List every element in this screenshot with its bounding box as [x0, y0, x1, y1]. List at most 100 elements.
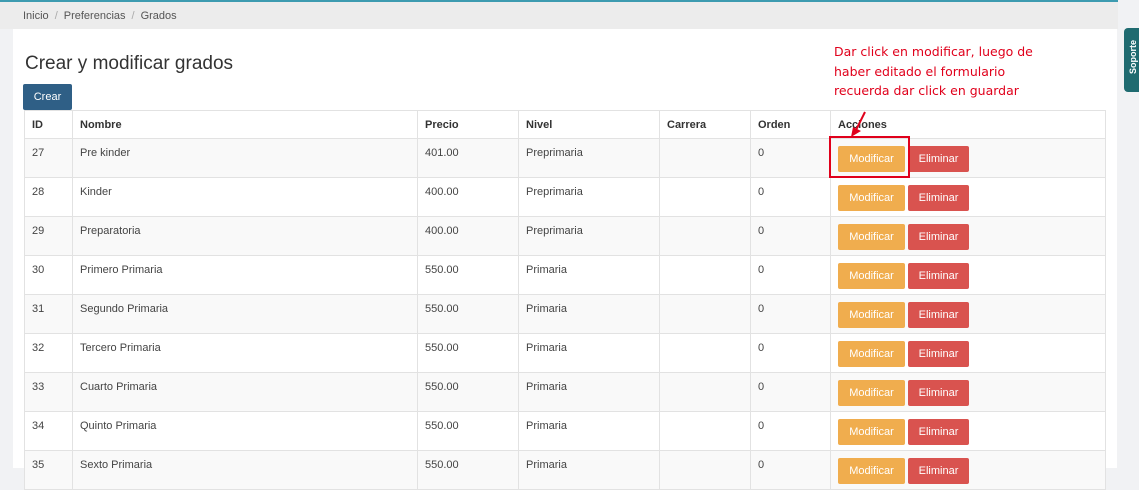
cell-nombre: Tercero Primaria	[72, 333, 418, 373]
table-body: 27 Pre kinder 401.00 Preprimaria 0 Modificar E…	[24, 138, 1106, 490]
table-row: 34 Quinto Primaria 550.00 Primaria 0 Modifica…	[24, 411, 1106, 451]
delete-button[interactable]: Eliminar	[908, 341, 969, 367]
breadcrumb-inicio[interactable]: Inicio	[23, 10, 49, 22]
cell-orden: 0	[750, 177, 831, 217]
cell-acciones: Modificar Eliminar	[830, 216, 1106, 256]
cell-id: 31	[24, 294, 73, 334]
breadcrumb-grados: Grados	[140, 9, 177, 22]
cell-nivel: Preprimaria	[518, 216, 660, 256]
cell-orden: 0	[750, 294, 831, 334]
page-title: Crear y modificar grados	[25, 53, 234, 74]
cell-orden: 0	[750, 450, 831, 490]
cell-carrera	[659, 255, 751, 295]
table-row: 35 Sexto Primaria 550.00 Primaria 0 Modificar…	[24, 450, 1106, 490]
cell-orden: 0	[750, 138, 831, 178]
annotation-line: haber editado el formulario	[834, 63, 1006, 79]
cell-nivel: Primaria	[518, 255, 660, 295]
annotation-line: Dar click en modificar, luego de	[834, 44, 1033, 59]
modify-button[interactable]: Modificar	[838, 185, 905, 211]
cell-acciones: Modificar Eliminar	[830, 450, 1106, 490]
delete-button[interactable]: Eliminar	[908, 458, 969, 484]
cell-carrera	[659, 333, 751, 373]
column-header-nombre: Nombre	[72, 110, 418, 139]
modify-button[interactable]: Modificar	[838, 341, 905, 367]
breadcrumb-preferencias[interactable]: Preferencias	[64, 10, 126, 22]
cell-id: 33	[24, 372, 73, 412]
cell-nivel: Primaria	[518, 294, 660, 334]
cell-precio: 550.00	[417, 255, 519, 295]
cell-nivel: Preprimaria	[518, 177, 660, 217]
column-header-id: ID	[24, 110, 73, 139]
cell-carrera	[659, 411, 751, 451]
cell-orden: 0	[750, 333, 831, 373]
cell-nivel: Primaria	[518, 411, 660, 451]
modify-button[interactable]: Modificar	[838, 380, 905, 406]
cell-precio: 550.00	[417, 411, 519, 451]
table-row: 27 Pre kinder 401.00 Preprimaria 0 Modificar E…	[24, 138, 1106, 178]
cell-nivel: Primaria	[518, 450, 660, 490]
cell-nivel: Primaria	[518, 372, 660, 412]
modify-button[interactable]: Modificar	[838, 263, 905, 289]
cell-acciones: Modificar Eliminar	[830, 333, 1106, 373]
table-header-row: ID Nombre Precio Nivel Carrera Orden Acc…	[24, 110, 1106, 139]
column-header-nivel: Nivel	[518, 110, 660, 139]
delete-button[interactable]: Eliminar	[908, 419, 969, 445]
modify-button[interactable]: Modificar	[838, 458, 905, 484]
table-row: 29 Preparatoria 400.00 Preprimaria 0 Modifica…	[24, 216, 1106, 256]
cell-id: 34	[24, 411, 73, 451]
breadcrumb-separator: /	[131, 9, 135, 22]
cell-id: 35	[24, 450, 73, 490]
support-tab[interactable]: Soporte	[1124, 28, 1139, 92]
instruction-annotation: Dar click en modificar, luego de haber e…	[834, 42, 1074, 101]
annotation-line: recuerda dar click en guardar	[834, 83, 1019, 98]
column-header-precio: Precio	[417, 110, 519, 139]
cell-orden: 0	[750, 255, 831, 295]
table-row: 30 Primero Primaria 550.00 Primaria 0 Modific…	[24, 255, 1106, 295]
cell-nombre: Sexto Primaria	[72, 450, 418, 490]
cell-acciones: Modificar Eliminar	[830, 255, 1106, 295]
column-header-orden: Orden	[750, 110, 831, 139]
cell-acciones: Modificar Eliminar	[830, 177, 1106, 217]
cell-carrera	[659, 372, 751, 412]
delete-button[interactable]: Eliminar	[908, 224, 969, 250]
delete-button[interactable]: Eliminar	[908, 302, 969, 328]
delete-button[interactable]: Eliminar	[908, 380, 969, 406]
cell-id: 30	[24, 255, 73, 295]
breadcrumb-separator: /	[54, 9, 58, 22]
delete-button[interactable]: Eliminar	[908, 146, 969, 172]
table-row: 32 Tercero Primaria 550.00 Primaria 0 Modific…	[24, 333, 1106, 373]
cell-id: 29	[24, 216, 73, 256]
delete-button[interactable]: Eliminar	[908, 185, 969, 211]
cell-nombre: Primero Primaria	[72, 255, 418, 295]
table-row: 33 Cuarto Primaria 550.00 Primaria 0 Modifica…	[24, 372, 1106, 412]
cell-carrera	[659, 450, 751, 490]
cell-nombre: Kinder	[72, 177, 418, 217]
cell-carrera	[659, 177, 751, 217]
delete-button[interactable]: Eliminar	[908, 263, 969, 289]
cell-precio: 550.00	[417, 333, 519, 373]
cell-precio: 400.00	[417, 177, 519, 217]
modify-highlight-box	[829, 136, 910, 178]
cell-acciones: Modificar Eliminar	[830, 294, 1106, 334]
cell-nombre: Quinto Primaria	[72, 411, 418, 451]
cell-acciones: Modificar Eliminar	[830, 372, 1106, 412]
create-button[interactable]: Crear	[23, 84, 72, 110]
cell-precio: 550.00	[417, 450, 519, 490]
cell-nombre: Preparatoria	[72, 216, 418, 256]
table-row: 28 Kinder 400.00 Preprimaria 0 Modificar Elimi…	[24, 177, 1106, 217]
breadcrumb: Inicio / Preferencias / Grados	[0, 2, 1118, 29]
cell-nombre: Cuarto Primaria	[72, 372, 418, 412]
cell-orden: 0	[750, 216, 831, 256]
grades-table: ID Nombre Precio Nivel Carrera Orden Acc…	[24, 110, 1106, 490]
modify-button[interactable]: Modificar	[838, 224, 905, 250]
cell-nombre: Segundo Primaria	[72, 294, 418, 334]
cell-orden: 0	[750, 411, 831, 451]
modify-button[interactable]: Modificar	[838, 419, 905, 445]
cell-id: 27	[24, 138, 73, 178]
cell-nivel: Preprimaria	[518, 138, 660, 178]
cell-nivel: Primaria	[518, 333, 660, 373]
cell-nombre: Pre kinder	[72, 138, 418, 178]
cell-precio: 550.00	[417, 372, 519, 412]
modify-button[interactable]: Modificar	[838, 302, 905, 328]
cell-carrera	[659, 294, 751, 334]
